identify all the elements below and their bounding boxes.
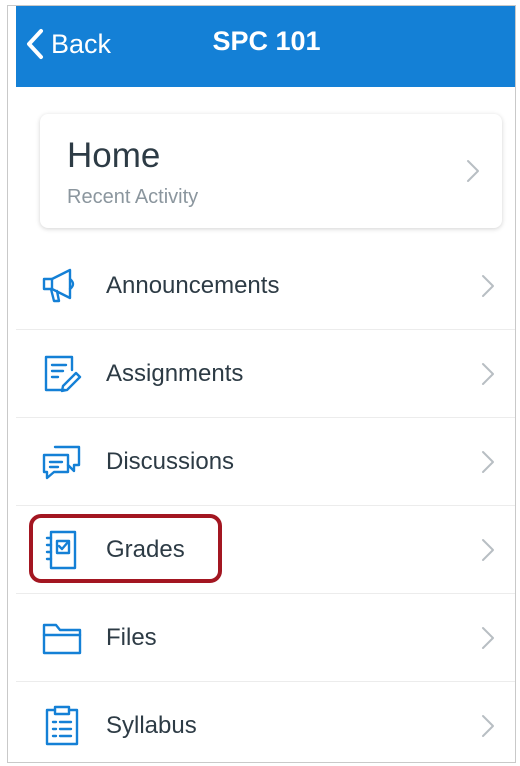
home-subtitle: Recent Activity <box>67 186 199 208</box>
course-title-text: SPC 101 <box>212 26 321 56</box>
home-card[interactable]: Home Recent Activity <box>40 114 502 228</box>
chevron-right-icon <box>482 715 494 737</box>
nav-label-announcements: Announcements <box>106 272 280 299</box>
top-navigation-bar: Back SPC 101 <box>16 6 515 87</box>
chevron-right-icon <box>467 160 479 182</box>
megaphone-icon <box>42 268 75 303</box>
chevron-right-icon <box>482 275 494 297</box>
nav-item-announcements[interactable]: Announcements <box>16 242 515 330</box>
nav-item-assignments[interactable]: Assignments <box>16 330 515 418</box>
back-label: Back <box>51 28 112 59</box>
assignment-icon <box>44 355 82 393</box>
nav-label-assignments: Assignments <box>106 360 244 387</box>
gradebook-icon <box>45 530 77 570</box>
nav-label-discussions: Discussions <box>106 448 235 475</box>
course-menu: Home Recent Activity Announcements Assig… <box>16 87 515 762</box>
chevron-right-icon <box>482 451 494 473</box>
course-nav-list: Announcements Assignments Discussions Gr… <box>16 242 515 762</box>
nav-item-syllabus[interactable]: Syllabus <box>16 682 515 762</box>
nav-item-files[interactable]: Files <box>16 594 515 682</box>
folder-icon <box>42 623 82 655</box>
nav-item-discussions[interactable]: Discussions <box>16 418 515 506</box>
chevron-right-icon <box>482 627 494 649</box>
nav-label-grades: Grades <box>106 536 185 563</box>
chevron-right-icon <box>482 539 494 561</box>
home-title: Home <box>67 136 161 175</box>
nav-label-syllabus: Syllabus <box>106 712 197 739</box>
app-frame: Back SPC 101 Home Recent Activity Announ… <box>7 5 516 763</box>
nav-item-grades[interactable]: Grades <box>16 506 515 594</box>
chevron-left-icon <box>27 29 43 59</box>
nav-label-files: Files <box>106 624 157 651</box>
back-button[interactable]: Back <box>26 24 111 64</box>
chevron-right-icon <box>482 363 494 385</box>
syllabus-icon <box>45 705 79 746</box>
discussion-icon <box>42 445 81 480</box>
